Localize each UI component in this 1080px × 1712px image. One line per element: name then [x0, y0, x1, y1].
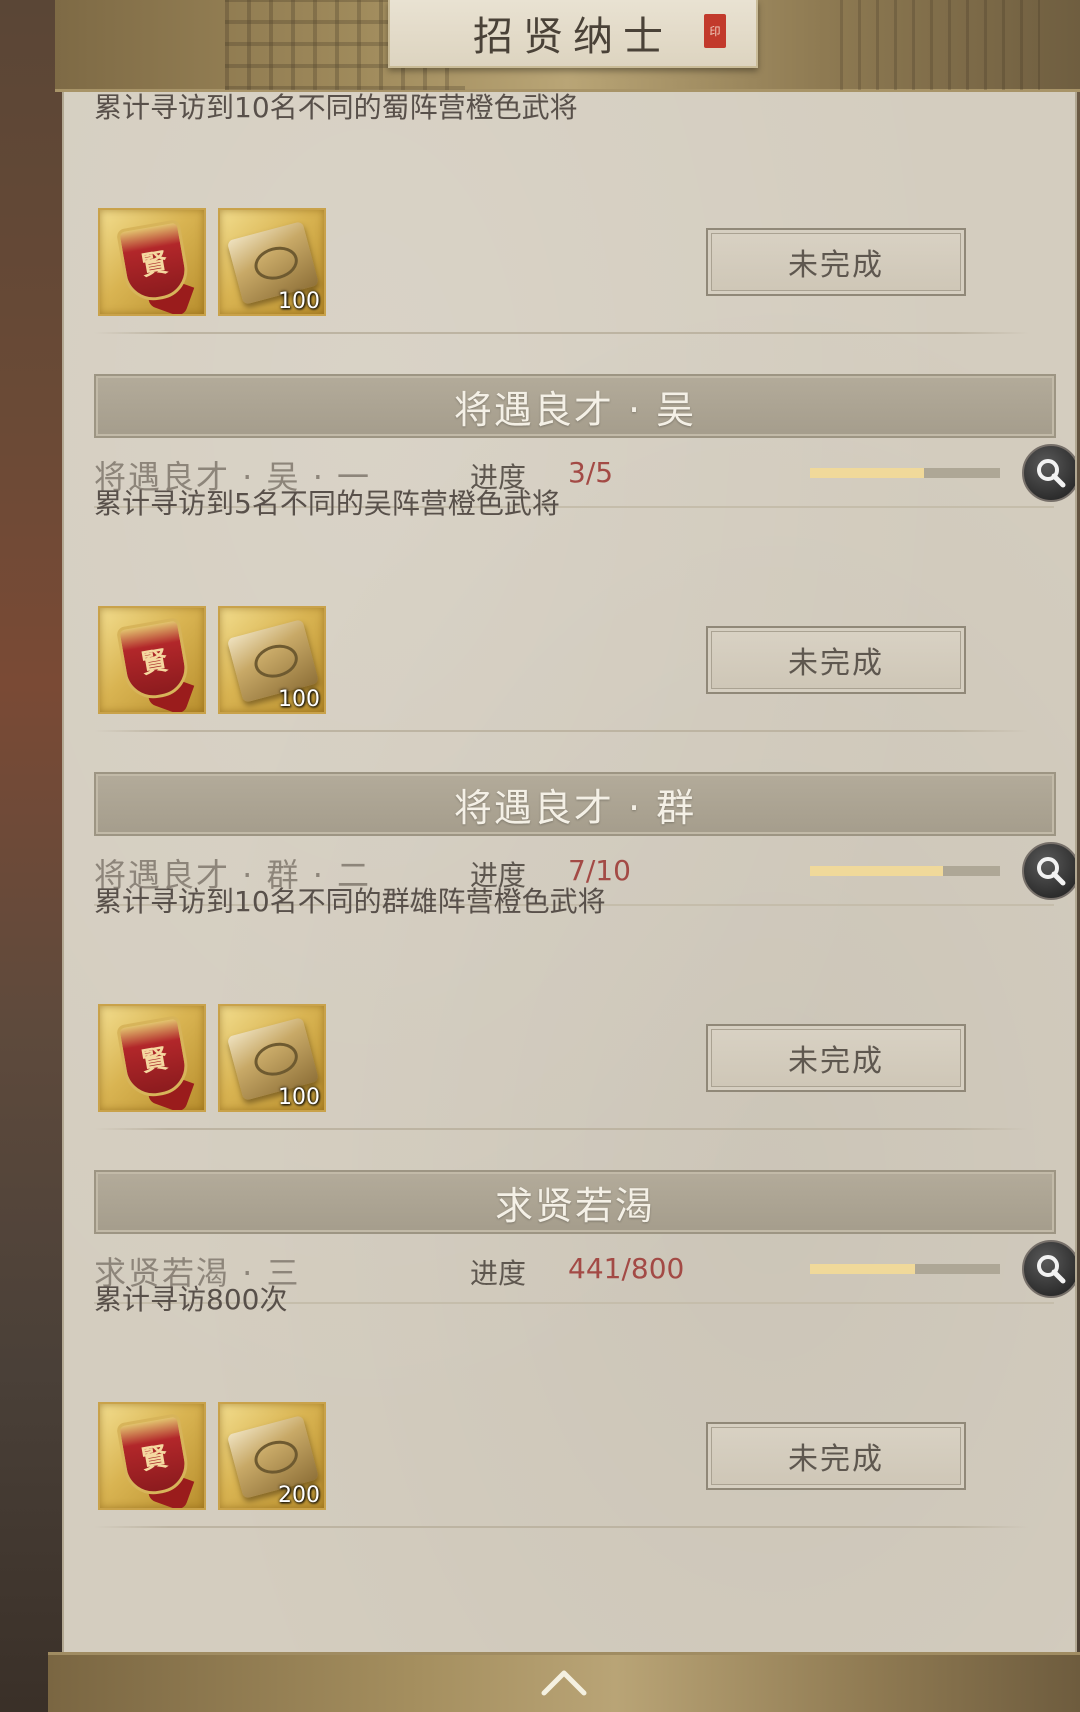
reward-item[interactable]: 賢 — [98, 1004, 206, 1112]
task-panel[interactable]: 累计寻访到10名不同的蜀阵营橙色武将 賢 100 未完成 将遇良才 · 吴 将遇… — [62, 92, 1077, 1652]
reward-item[interactable]: 100 — [218, 1004, 326, 1112]
reward-list: 賢 200 — [98, 1402, 326, 1510]
reward-item[interactable]: 賢 — [98, 606, 206, 714]
section-header: 求贤若渴 — [94, 1170, 1056, 1234]
progress-bar — [810, 866, 1000, 876]
section-header: 将遇良才 · 吴 — [94, 374, 1056, 438]
task-description: 累计寻访到10名不同的群雄阵营橙色武将 — [94, 885, 606, 918]
status-button[interactable]: 未完成 — [706, 1024, 966, 1092]
progress-bar-fill — [810, 468, 924, 478]
search-button[interactable] — [1022, 1240, 1075, 1298]
seal-stamp: 印 — [704, 14, 726, 48]
search-icon — [1037, 459, 1066, 488]
reward-list: 賢 100 — [98, 1004, 326, 1112]
reward-item[interactable]: 200 — [218, 1402, 326, 1510]
search-icon — [1037, 857, 1066, 886]
progress-bar-fill — [810, 866, 943, 876]
reward-count: 100 — [278, 1085, 320, 1110]
search-button[interactable] — [1022, 444, 1075, 502]
chevron-up-icon — [541, 1670, 587, 1696]
progress-bar-fill — [810, 1264, 915, 1274]
search-icon — [1037, 1255, 1066, 1284]
reward-item[interactable]: 賢 — [98, 1402, 206, 1510]
progress-bar — [810, 1264, 1000, 1274]
task-description: 累计寻访到5名不同的吴阵营橙色武将 — [94, 487, 560, 520]
section-header: 将遇良才 · 群 — [94, 772, 1056, 836]
reward-list: 賢 100 — [98, 606, 326, 714]
title-plaque: 招贤纳士 印 — [388, 0, 758, 68]
reward-item[interactable]: 100 — [218, 208, 326, 316]
status-button[interactable]: 未完成 — [706, 228, 966, 296]
reward-count: 200 — [278, 1483, 320, 1508]
reward-item[interactable]: 賢 — [98, 208, 206, 316]
task-description: 累计寻访到10名不同的蜀阵营橙色武将 — [94, 92, 578, 124]
reward-count: 100 — [278, 289, 320, 314]
progress-bar — [810, 468, 1000, 478]
progress-value: 441/800 — [568, 1252, 685, 1285]
progress-label: 进度 — [470, 1257, 527, 1290]
status-button[interactable]: 未完成 — [706, 626, 966, 694]
task-description: 累计寻访800次 — [94, 1283, 288, 1316]
search-button[interactable] — [1022, 842, 1075, 900]
reward-item[interactable]: 100 — [218, 606, 326, 714]
progress-value: 3/5 — [568, 456, 614, 489]
scroll-up-button[interactable] — [534, 1660, 594, 1704]
reward-list: 賢 100 — [98, 208, 326, 316]
status-button[interactable]: 未完成 — [706, 1422, 966, 1490]
page-title: 招贤纳士 — [473, 14, 673, 60]
reward-count: 100 — [278, 687, 320, 712]
